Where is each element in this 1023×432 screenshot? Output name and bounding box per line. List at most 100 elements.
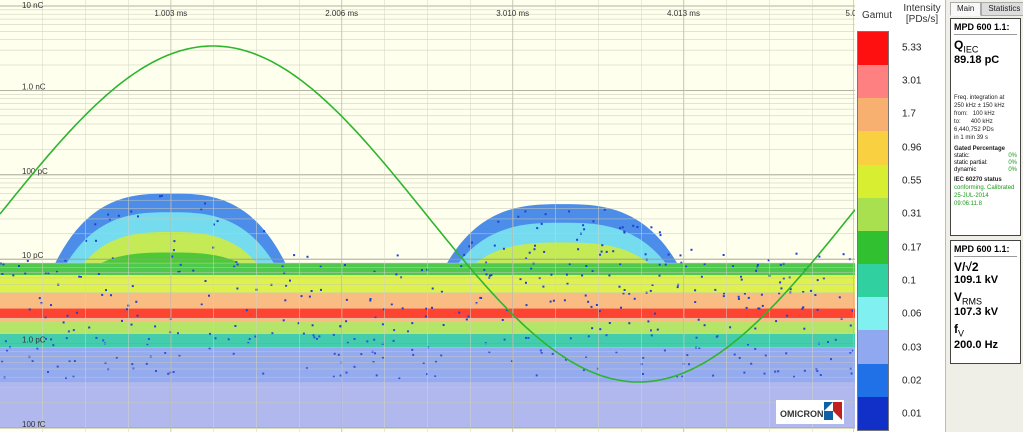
pd-dot (550, 273, 553, 276)
pd-dot (582, 224, 585, 227)
y-tick-label: 10 nC (22, 1, 44, 10)
pd-dot (431, 306, 433, 309)
pd-dot (177, 332, 179, 335)
pd-dot (97, 273, 100, 275)
pd-dot (788, 276, 791, 279)
pd-dot (632, 224, 635, 227)
pd-dot (623, 230, 626, 233)
pd-dot (738, 356, 741, 359)
gated-title: Gated Percentage (954, 146, 1006, 153)
pd-dot (72, 329, 75, 332)
pd-dot (95, 336, 98, 339)
pd-dot (754, 347, 757, 350)
pd-dot (24, 272, 27, 275)
pd-dot (339, 325, 342, 328)
pd-dot (722, 295, 725, 298)
pd-dot (552, 299, 555, 302)
gamut-label: 0.31 (902, 208, 922, 220)
q-iec-symbol: QIEC (954, 38, 979, 55)
pd-dot (360, 353, 363, 356)
pd-dot (313, 336, 316, 339)
pd-dot (412, 353, 415, 356)
pd-dot (1, 273, 4, 275)
y-tick-label: 1.0 nC (22, 82, 46, 91)
pd-dot (789, 291, 792, 294)
pd-dot (650, 334, 653, 337)
pd-dot (65, 337, 68, 340)
tab-main[interactable]: Main (950, 2, 982, 16)
pd-dot (345, 298, 348, 301)
pd-count: 6,440,752 PDs (954, 127, 994, 134)
pd-dot (587, 300, 590, 303)
pd-dot (173, 240, 176, 243)
pd-dot (467, 315, 470, 318)
pd-dot (179, 263, 182, 266)
pd-dot (235, 261, 238, 264)
pd-dot (569, 337, 572, 340)
gamut-label: 0.01 (902, 408, 922, 420)
gamut-cell (858, 98, 888, 132)
pd-dot (599, 253, 602, 256)
pd-dot (549, 300, 552, 303)
pd-dot (485, 273, 488, 276)
pd-dot (137, 215, 139, 218)
gated-static-partial: static partial: 0% (954, 160, 1017, 167)
gamut-label: 0.1 (902, 275, 916, 287)
pd-dot (76, 311, 78, 314)
pd-dot (254, 335, 257, 338)
pd-dot (703, 263, 706, 266)
gamut-label: 0.96 (902, 142, 922, 154)
pd-dot (172, 249, 175, 252)
gamut-cell (858, 32, 888, 66)
pd-dot (463, 253, 466, 256)
pd-dot (777, 370, 780, 373)
pd-dot (779, 263, 782, 266)
pd-dot (633, 297, 636, 300)
pd-dot (393, 329, 396, 332)
gamut-label: 5.33 (902, 42, 922, 54)
pd-dot (209, 332, 211, 335)
pd-dot (337, 353, 340, 356)
pd-dot (375, 374, 378, 377)
pd-dot (121, 319, 123, 322)
pd-dot (102, 339, 105, 342)
pd-dot (842, 253, 845, 256)
pd-dot (695, 336, 698, 339)
pd-dot (697, 318, 700, 321)
tab-statistics[interactable]: Statistics (981, 2, 1023, 16)
gamut-cell (858, 65, 888, 99)
pd-dot (425, 307, 428, 310)
pd-dot (344, 264, 346, 266)
pd-dot (680, 261, 683, 264)
pd-dot (595, 304, 598, 306)
pd-dot (312, 334, 315, 337)
pd-dot (540, 222, 543, 225)
pd-dot (686, 354, 689, 357)
pd-dot (440, 354, 443, 357)
pd-dot (308, 295, 311, 298)
pd-dot (94, 223, 97, 226)
pd-dot (396, 254, 399, 257)
pd-dot (36, 347, 39, 350)
pd-dot (740, 275, 742, 278)
pd-dot (532, 262, 535, 265)
pd-dot (293, 254, 296, 257)
pd-dot (785, 352, 788, 355)
iec-status-title: IEC 60270 status (954, 177, 1002, 184)
voltage-box-title: MPD 600 1.1: (954, 244, 1017, 257)
pd-dot (703, 324, 706, 327)
pd-dot (517, 215, 520, 218)
pd-dot (651, 284, 654, 286)
pd-dot (373, 338, 376, 341)
pd-dot (95, 239, 97, 242)
pd-dot (743, 371, 746, 374)
pd-dot (733, 353, 736, 356)
y-tick-label: 1.0 pC (22, 336, 46, 345)
pd-dot (819, 374, 822, 376)
gamut-label: 1.7 (902, 108, 916, 120)
pd-dot (465, 318, 468, 321)
pd-dot (818, 255, 821, 258)
pd-dot (135, 300, 138, 303)
pd-dot (38, 297, 41, 300)
pd-dot (565, 273, 568, 276)
